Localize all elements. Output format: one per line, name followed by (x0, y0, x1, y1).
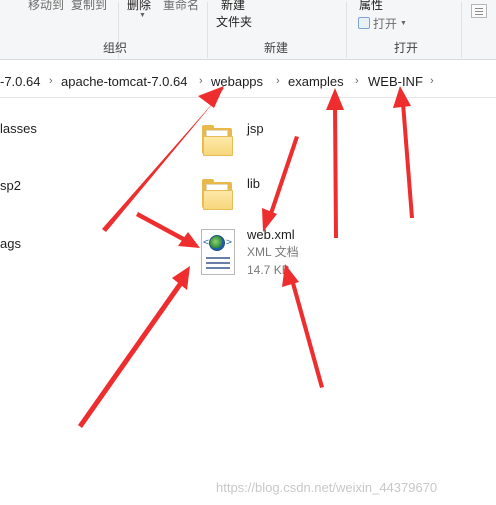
xml-file-icon[interactable]: < > (199, 229, 237, 275)
breadcrumb-item[interactable]: webapps (211, 74, 263, 89)
properties-button[interactable]: 属性 (359, 0, 383, 12)
breadcrumb-item[interactable]: WEB-INF (368, 74, 423, 89)
delete-button[interactable]: 删除 (127, 0, 151, 12)
chevron-down-icon[interactable]: ▼ (139, 12, 146, 19)
new-item-button[interactable]: 新建 (221, 0, 245, 12)
nav-tree-item[interactable]: ags (0, 236, 21, 251)
new-folder-button[interactable]: 文件夹 (216, 15, 252, 29)
folder-icon[interactable] (202, 178, 234, 210)
breadcrumb-item[interactable]: apache-tomcat-7.0.64 (61, 74, 187, 89)
ribbon-separator (346, 2, 347, 58)
open-icon (358, 17, 370, 29)
annotation-arrow (333, 104, 338, 238)
annotation-arrow (78, 280, 184, 428)
chevron-right-icon[interactable]: › (199, 74, 203, 89)
chevron-down-icon[interactable]: ▼ (400, 20, 407, 27)
annotation-arrow (136, 212, 186, 242)
group-label-new: 新建 (264, 41, 289, 55)
group-label-open: 打开 (394, 41, 419, 55)
copy-to-button[interactable]: 复制到 (71, 0, 107, 12)
chevron-right-icon[interactable]: › (49, 74, 53, 89)
file-name-web-xml[interactable]: web.xml (247, 227, 295, 242)
nav-tree-item[interactable]: lasses (0, 121, 37, 136)
breadcrumb-item[interactable]: examples (288, 74, 344, 89)
chevron-right-icon[interactable]: › (430, 74, 434, 89)
annotation-arrow (102, 88, 224, 232)
watermark: https://blog.csdn.net/weixin_44379670 (216, 480, 438, 495)
breadcrumb-item[interactable]: -7.0.64 (0, 74, 40, 89)
annotation-arrow (172, 266, 190, 290)
group-label-organize: 组织 (103, 41, 128, 55)
ribbon-separator (461, 2, 462, 58)
file-name-jsp[interactable]: jsp (247, 121, 264, 136)
annotation-arrow (268, 136, 299, 217)
move-to-button[interactable]: 移动到 (28, 0, 64, 12)
ribbon: 移动到 复制到 删除 ▼ 重命名 组织 新建 文件夹 新建 属性 打开 ▼ 打开 (0, 0, 496, 60)
file-size-label: 14.7 KB (247, 263, 290, 277)
file-type-label: XML 文档 (247, 245, 299, 259)
ribbon-separator (207, 2, 208, 58)
annotation-arrow (290, 279, 324, 388)
breadcrumb[interactable]: -7.0.64 › apache-tomcat-7.0.64 › webapps… (0, 64, 496, 98)
rename-button[interactable]: 重命名 (163, 0, 199, 12)
folder-icon[interactable] (202, 124, 234, 156)
select-icon[interactable] (471, 4, 487, 18)
annotation-arrow (178, 232, 200, 248)
chevron-right-icon[interactable]: › (276, 74, 280, 89)
file-name-lib[interactable]: lib (247, 176, 260, 191)
nav-tree-item[interactable]: sp2 (0, 178, 21, 193)
open-button[interactable]: 打开 (373, 17, 397, 31)
annotation-arrow (401, 103, 414, 218)
chevron-right-icon[interactable]: › (355, 74, 359, 89)
